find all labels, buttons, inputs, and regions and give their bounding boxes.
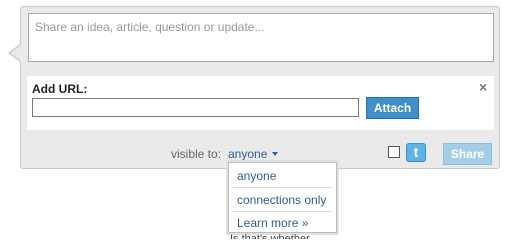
dropdown-option-anyone[interactable]: anyone	[237, 169, 276, 183]
add-url-section: Add URL: Attach ×	[27, 76, 494, 130]
share-button[interactable]: Share	[443, 143, 492, 165]
attach-button[interactable]: Attach	[366, 97, 419, 119]
visibility-selector[interactable]: anyone	[228, 147, 267, 161]
twitter-icon[interactable]: t	[406, 143, 426, 162]
visibility-dropdown: anyone connections only Learn more »	[228, 162, 337, 233]
dropdown-option-connections-only[interactable]: connections only	[237, 193, 326, 207]
dropdown-divider	[233, 211, 332, 212]
url-input[interactable]	[32, 98, 359, 117]
twitter-checkbox[interactable]	[388, 146, 400, 158]
visible-to-label: visible to:	[171, 147, 222, 161]
add-url-label: Add URL:	[32, 82, 88, 96]
dropdown-option-learn-more[interactable]: Learn more »	[237, 216, 308, 230]
dropdown-divider	[233, 187, 332, 188]
close-icon[interactable]: ×	[479, 79, 487, 95]
partial-background-text: Is that's whether	[230, 233, 310, 239]
share-textarea[interactable]: Share an idea, article, question or upda…	[28, 13, 494, 62]
panel-notch-fill	[10, 45, 21, 61]
chevron-down-icon[interactable]	[272, 152, 278, 156]
